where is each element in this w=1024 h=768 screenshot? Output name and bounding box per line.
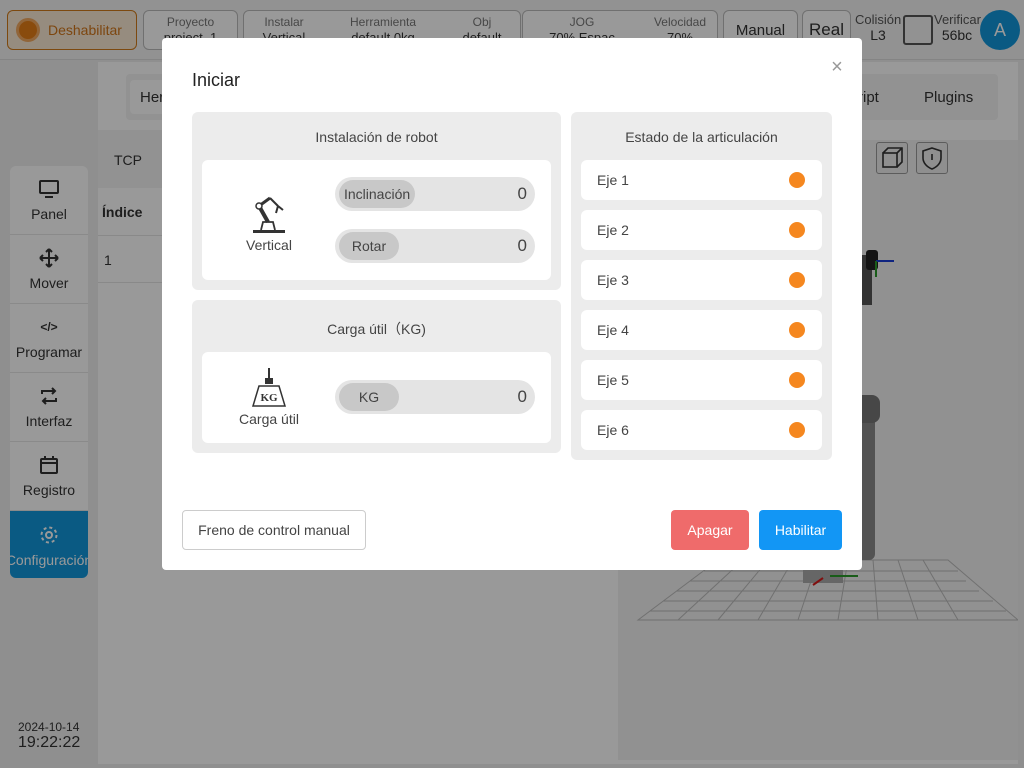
payload-panel: Carga útil（KG) KG Carga útil KG 0 (192, 300, 561, 453)
manual-brake-button[interactable]: Freno de control manual (182, 510, 366, 550)
installation-title: Instalación de robot (315, 129, 438, 145)
robot-installation-panel: Instalación de robot Vertical Inclinació… (192, 112, 561, 290)
joint-status-indicator (789, 172, 805, 188)
payload-value: 0 (517, 387, 527, 406)
enable-button[interactable]: Habilitar (759, 510, 842, 550)
joint-label: Eje 1 (597, 172, 629, 188)
power-off-button[interactable]: Apagar (671, 510, 749, 550)
tilt-input[interactable]: Inclinación 0 (335, 177, 535, 211)
joint-label: Eje 5 (597, 372, 629, 388)
joint-status-indicator (789, 372, 805, 388)
joint-row: Eje 3 (581, 260, 822, 300)
joint-row: Eje 1 (581, 160, 822, 200)
payload-card: KG Carga útil KG 0 (202, 352, 551, 443)
joint-row: Eje 2 (581, 210, 822, 250)
rotate-label: Rotar (339, 232, 399, 260)
tilt-label: Inclinación (339, 180, 416, 208)
robot-arm-icon (247, 192, 291, 241)
joint-label: Eje 4 (597, 322, 629, 338)
joint-row: Eje 5 (581, 360, 822, 400)
mount-label: Vertical (246, 237, 292, 253)
power-off-label: Apagar (687, 522, 733, 538)
close-icon[interactable]: × (828, 57, 846, 77)
joint-status-panel: Estado de la articulación Eje 1 Eje 2 Ej… (571, 112, 832, 460)
svg-text:KG: KG (260, 392, 278, 404)
joint-status-title: Estado de la articulación (625, 129, 778, 145)
joint-status-indicator (789, 322, 805, 338)
joint-row: Eje 4 (581, 310, 822, 350)
joint-status-indicator (789, 222, 805, 238)
joint-status-indicator (789, 422, 805, 438)
joint-label: Eje 2 (597, 222, 629, 238)
payload-title: Carga útil（KG) (327, 321, 426, 337)
weight-icon: KG (250, 367, 288, 414)
joint-label: Eje 6 (597, 422, 629, 438)
installation-card: Vertical Inclinación 0 Rotar 0 (202, 160, 551, 280)
payload-input[interactable]: KG 0 (335, 380, 535, 414)
joint-label: Eje 3 (597, 272, 629, 288)
rotate-value: 0 (517, 236, 527, 255)
start-dialog: Iniciar × Instalación de robot Vertical (162, 38, 862, 570)
joint-status-indicator (789, 272, 805, 288)
dialog-title: Iniciar (192, 70, 241, 90)
joint-row: Eje 6 (581, 410, 822, 450)
rotate-input[interactable]: Rotar 0 (335, 229, 535, 263)
payload-unit-label: KG (339, 383, 399, 411)
payload-label: Carga útil (239, 411, 299, 427)
tilt-value: 0 (517, 184, 527, 203)
manual-brake-label: Freno de control manual (198, 522, 350, 538)
enable-label: Habilitar (774, 522, 827, 538)
